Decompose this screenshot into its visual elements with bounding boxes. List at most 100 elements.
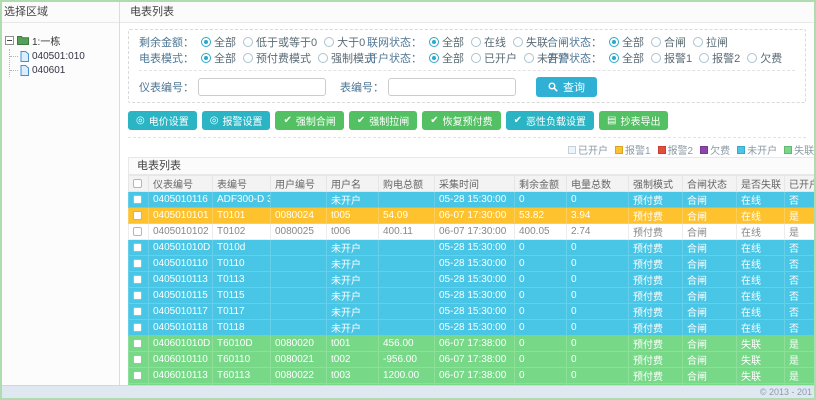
table-cell: 预付费	[628, 271, 683, 288]
legend-swatch	[657, 145, 666, 154]
radio-option[interactable]: 欠费	[747, 50, 782, 66]
row-checkbox[interactable]	[133, 258, 142, 268]
radio-option[interactable]: 报警1	[651, 50, 692, 66]
row-checkbox[interactable]	[133, 370, 142, 380]
table-no-input[interactable]	[388, 78, 516, 96]
action-button[interactable]: ◎ 电价设置	[128, 111, 197, 130]
table-row[interactable]: 0405010101 T0101 0080024 t005 54.09 06-07 17:…	[128, 207, 814, 224]
table-cell: 合闸	[682, 255, 737, 272]
radio-icon[interactable]	[747, 53, 758, 63]
radio-icon[interactable]	[699, 53, 710, 63]
radio-option[interactable]: 全部	[429, 50, 464, 66]
radio-option[interactable]: 全部	[429, 34, 464, 50]
row-checkbox[interactable]	[133, 322, 142, 332]
row-checkbox[interactable]	[133, 306, 142, 316]
radio-icon[interactable]	[524, 53, 534, 63]
legend-item-label: 失联	[794, 146, 814, 157]
meter-no-input[interactable]	[198, 78, 326, 96]
action-button[interactable]: ◎ 报警设置	[201, 111, 271, 130]
table-cell	[378, 319, 435, 336]
table-row[interactable]: 0405010116 ADF300-D 3 未开户 05-28 15:30:00 0 0 预…	[128, 191, 814, 208]
main-content: 剩余金额： 全部 低于或等于0 大于0 联网状态： 全部 在线 失联 合闸状态： 全部 合闸 拉闸 电…	[120, 23, 814, 398]
row-checkbox[interactable]	[133, 226, 142, 236]
radio-icon[interactable]	[651, 53, 661, 63]
radio-selected-icon[interactable]	[201, 53, 211, 63]
table-cell: 预付费	[628, 351, 683, 368]
query-button[interactable]: 查询	[536, 77, 597, 97]
radio-icon[interactable]	[324, 37, 335, 47]
radio-option-label: 全部	[622, 53, 644, 65]
radio-icon[interactable]	[513, 37, 523, 47]
search-icon	[548, 82, 558, 92]
table-row[interactable]: 0405010115 T0115 未开户 05-28 15:30:00 0 0 预付费 合闸在…	[128, 287, 814, 304]
row-checkbox[interactable]	[133, 354, 142, 364]
tree-item[interactable]: 040601	[10, 63, 116, 77]
tree-root-item[interactable]: 1:一栋	[5, 33, 116, 48]
radio-option[interactable]: 报警2	[699, 50, 740, 66]
collapse-icon[interactable]	[5, 35, 14, 45]
table-row[interactable]: 0405010110 T0110 未开户 05-28 15:30:00 0 0 预付费 合闸在…	[128, 255, 814, 272]
row-select-cell	[128, 191, 149, 208]
table-cell: T60113	[212, 367, 271, 384]
tree-item[interactable]: 040501:010	[10, 49, 116, 63]
radio-selected-icon[interactable]	[201, 37, 211, 47]
radio-selected-icon[interactable]	[609, 53, 619, 63]
action-button-label: 恶性负载设置	[526, 117, 587, 128]
radio-icon[interactable]	[693, 37, 703, 47]
table-row[interactable]: 040601010D T6010D 0080020 t001 456.00 06-07 1…	[128, 335, 814, 352]
radio-option[interactable]: 低于或等于0	[243, 34, 317, 50]
radio-icon[interactable]	[243, 37, 253, 47]
table-cell: 未开户	[326, 271, 379, 288]
radio-option[interactable]: 合闸	[651, 34, 686, 50]
row-select-cell	[128, 207, 149, 224]
radio-option[interactable]: 全部	[609, 34, 644, 50]
row-checkbox[interactable]	[133, 274, 142, 284]
radio-icon[interactable]	[243, 53, 253, 63]
action-button[interactable]: ✔ 强制合闸	[275, 111, 344, 130]
row-checkbox[interactable]	[133, 194, 142, 204]
tree-item-label: 040501:010	[32, 50, 85, 62]
radio-option[interactable]: 已开户	[471, 50, 517, 66]
radio-option[interactable]: 在线	[471, 34, 506, 50]
table-cell: 是	[784, 351, 814, 368]
radio-icon[interactable]	[471, 37, 481, 47]
radio-option-label: 全部	[214, 53, 236, 65]
table-cell: 400.11	[378, 223, 435, 240]
table-row[interactable]: 040501010D T010d 未开户 05-28 15:30:00 0 0 预付费 合闸在…	[128, 239, 814, 256]
radio-option[interactable]: 全部	[201, 50, 236, 66]
action-button[interactable]: ✔ 强制拉闸	[348, 111, 418, 130]
table-cell: T0113	[212, 271, 271, 288]
table-cell: 在线	[736, 239, 785, 256]
row-checkbox[interactable]	[133, 290, 142, 300]
table-cell: 0	[566, 303, 629, 320]
table-row[interactable]: 0405010118 T0118 未开户 05-28 15:30:00 0 0 预付费 合闸在…	[128, 319, 814, 336]
action-button[interactable]: ✔ 恶性负载设置	[505, 111, 595, 130]
radio-option[interactable]: 预付费模式	[243, 50, 311, 66]
table-row[interactable]: 0406010113 T60113 0080022 t003 1200.00 06-07 …	[128, 367, 814, 384]
radio-option[interactable]: 失联	[513, 34, 548, 50]
radio-option[interactable]: 大于0	[324, 34, 365, 50]
radio-icon[interactable]	[471, 53, 481, 63]
row-checkbox[interactable]	[133, 338, 142, 348]
legend-item-label: 已开户	[578, 146, 608, 157]
radio-icon[interactable]	[651, 37, 661, 47]
table-cell: 合闸	[682, 351, 737, 368]
table-row[interactable]: 0405010113 T0113 未开户 05-28 15:30:00 0 0 预付费 合闸在…	[128, 271, 814, 288]
action-button[interactable]: ▤ 抄表导出	[599, 111, 669, 130]
table-row[interactable]: 0405010102 T0102 0080025 t006 400.11 06-07 17…	[128, 223, 814, 240]
radio-selected-icon[interactable]	[609, 37, 619, 47]
radio-selected-icon[interactable]	[429, 37, 439, 47]
radio-option[interactable]: 全部	[201, 34, 236, 50]
radio-icon[interactable]	[318, 53, 328, 63]
select-all-checkbox[interactable]	[133, 178, 142, 188]
table-row[interactable]: 0406010110 T60110 0080021 t002 -956.00 06-07 …	[128, 351, 814, 368]
radio-option[interactable]: 全部	[609, 50, 644, 66]
table-cell: 0405010113	[148, 271, 213, 288]
table-row[interactable]: 0405010117 T0117 未开户 05-28 15:30:00 0 0 预付费 合闸在…	[128, 303, 814, 320]
legend-item: 报警2	[657, 142, 693, 157]
row-checkbox[interactable]	[133, 242, 142, 252]
radio-option[interactable]: 拉闸	[693, 34, 728, 50]
radio-selected-icon[interactable]	[429, 53, 439, 63]
row-checkbox[interactable]	[133, 210, 142, 220]
action-button[interactable]: ✔ 恢复预付费	[422, 111, 501, 130]
